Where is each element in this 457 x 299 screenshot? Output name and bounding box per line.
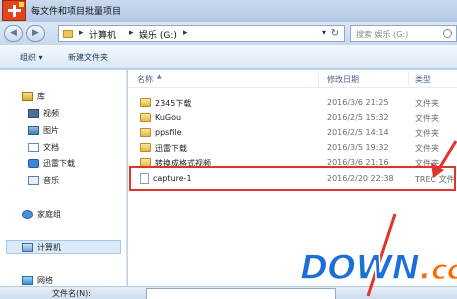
file-name: KuGou — [155, 113, 182, 122]
breadcrumb-computer[interactable]: 计算机 — [89, 28, 116, 41]
file-date: 2016/3/5 19:32 — [327, 143, 389, 152]
sort-up-icon: ▲ — [157, 73, 162, 80]
folder-icon — [140, 128, 151, 137]
nav-item-label: 视频 — [43, 109, 59, 118]
nav-item-library[interactable]: 库 — [22, 90, 112, 104]
file-row-2345[interactable]: 2345下载 2016/3/6 21:25 文件夹 — [128, 95, 457, 110]
navigation-pane: 库 视频 图片 文档 迅雷下载 音乐 家庭组 计算机 网络 — [0, 70, 127, 299]
nav-item-label: 家庭组 — [37, 210, 61, 219]
nav-item-homegroup[interactable]: 家庭组 — [22, 208, 112, 222]
file-type: 文件夹 — [415, 129, 439, 138]
search-placeholder: 搜索 娱乐 (G:) — [356, 30, 409, 39]
nav-item-pictures[interactable]: 图片 — [28, 124, 118, 138]
file-type: 文件夹 — [415, 99, 439, 108]
forward-button[interactable]: ▶ — [26, 25, 45, 42]
nav-item-documents[interactable]: 文档 — [28, 141, 118, 155]
column-header-name[interactable]: 名称 ▲ — [137, 73, 162, 85]
nav-item-label: 计算机 — [37, 243, 61, 252]
document-icon — [28, 143, 39, 152]
column-divider[interactable] — [408, 72, 409, 86]
filename-label: 文件名(N): — [52, 289, 91, 298]
column-header-type[interactable]: 类型 — [415, 74, 431, 85]
folder-icon — [140, 98, 151, 107]
back-button[interactable]: ◀ — [4, 25, 23, 42]
highlight-box — [129, 166, 456, 191]
window-title: 每文件和项目批量项目 — [31, 7, 122, 17]
header-divider — [128, 87, 457, 88]
video-icon — [28, 109, 39, 118]
file-type: 文件夹 — [415, 144, 439, 153]
picture-icon — [28, 126, 39, 135]
organize-button[interactable]: 组织 ▾ — [20, 52, 43, 63]
computer-icon — [22, 243, 33, 252]
network-icon — [22, 276, 33, 285]
watermark-logo: DOWN.cc — [299, 247, 457, 299]
breadcrumb-separator: ▸ — [183, 28, 188, 38]
nav-item-label: 文档 — [43, 143, 59, 152]
breadcrumb-separator: ▸ — [129, 28, 134, 38]
music-icon — [28, 176, 39, 185]
nav-item-label: 图片 — [43, 126, 59, 135]
watermark-dot: . — [418, 247, 432, 289]
file-date: 2016/2/5 15:32 — [327, 113, 389, 122]
file-name: 2345下载 — [155, 99, 192, 108]
file-row-ppsfile[interactable]: ppsfile 2016/2/5 14:14 文件夹 — [128, 125, 457, 140]
new-folder-button[interactable]: 新建文件夹 — [68, 52, 108, 63]
watermark-text: DOWN.cc — [299, 247, 457, 289]
nav-item-video[interactable]: 视频 — [28, 107, 118, 121]
folder-icon — [140, 143, 151, 152]
file-row-kugou[interactable]: KuGou 2016/2/5 15:32 文件夹 — [128, 110, 457, 125]
nav-item-thunder-download[interactable]: 迅雷下载 — [28, 157, 118, 171]
nav-item-label: 网络 — [37, 276, 53, 285]
thunder-download-icon — [28, 159, 39, 168]
watermark-main: DOWN — [299, 247, 421, 289]
homegroup-icon — [22, 210, 33, 219]
nav-item-label: 库 — [37, 92, 45, 101]
app-add-icon — [2, 0, 26, 21]
address-bar: ◀ ▶ ▸ 计算机 ▸ 娱乐 (G:) ▸ ▾ ↻ 搜索 娱乐 (G:) — [0, 22, 457, 45]
column-header-label: 名称 — [137, 75, 153, 84]
file-name: 迅雷下载 — [155, 144, 187, 153]
refresh-icon[interactable]: ↻ — [328, 27, 342, 40]
file-date: 2016/3/6 21:25 — [327, 98, 389, 107]
file-type: 文件夹 — [415, 114, 439, 123]
title-bar: 每文件和项目批量项目 — [0, 0, 457, 22]
column-header-modified[interactable]: 修改日期 — [327, 74, 359, 85]
column-divider[interactable] — [318, 72, 319, 86]
search-icon — [443, 29, 452, 38]
path-input[interactable]: ▸ 计算机 ▸ 娱乐 (G:) ▸ ▾ ↻ — [58, 25, 345, 42]
file-date: 2016/2/5 14:14 — [327, 128, 389, 137]
breadcrumb-separator: ▸ — [79, 28, 84, 38]
folder-icon — [140, 113, 151, 122]
breadcrumb-drive[interactable]: 娱乐 (G:) — [139, 28, 177, 41]
nav-item-music[interactable]: 音乐 — [28, 174, 118, 188]
library-icon — [22, 92, 33, 101]
search-input[interactable]: 搜索 娱乐 (G:) — [350, 25, 457, 42]
chevron-down-icon[interactable]: ▾ — [322, 28, 326, 37]
command-toolbar: 组织 ▾ 新建文件夹 — [0, 45, 457, 69]
folder-icon — [63, 30, 73, 38]
file-name: ppsfile — [155, 128, 182, 137]
watermark-tld: cc — [430, 252, 457, 287]
nav-item-computer[interactable]: 计算机 — [6, 240, 121, 254]
nav-item-label: 音乐 — [43, 176, 59, 185]
nav-item-label: 迅雷下载 — [43, 159, 75, 168]
file-row-thunder[interactable]: 迅雷下载 2016/3/5 19:32 文件夹 — [128, 140, 457, 155]
